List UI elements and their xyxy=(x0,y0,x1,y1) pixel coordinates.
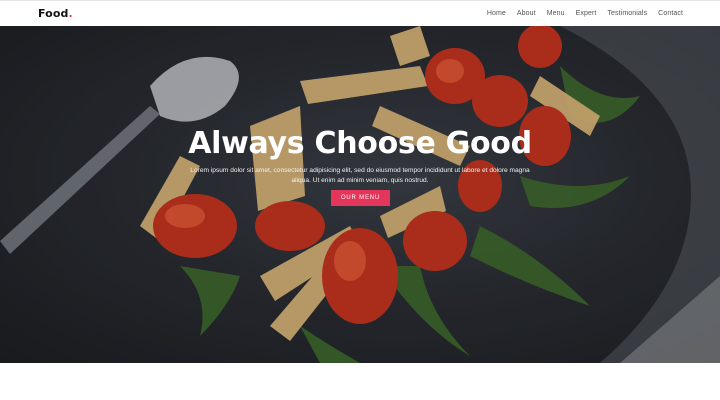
nav-menu[interactable]: Menu xyxy=(547,10,565,17)
our-menu-button[interactable]: OUR MENU xyxy=(331,190,390,206)
next-section xyxy=(0,363,720,400)
nav-about[interactable]: About xyxy=(517,10,536,17)
nav-home[interactable]: Home xyxy=(487,10,506,17)
nav-contact[interactable]: Contact xyxy=(658,10,683,17)
hero-section: Always Choose Good Lorem ipsum dolor sit… xyxy=(0,26,720,363)
nav-testimonials[interactable]: Testimonials xyxy=(607,10,647,17)
site-logo[interactable]: Food. xyxy=(38,7,73,20)
logo-text: Food xyxy=(38,7,69,20)
logo-dot: . xyxy=(68,7,73,20)
hero-title: Always Choose Good xyxy=(188,126,532,161)
main-nav: Home About Menu Expert Testimonials Cont… xyxy=(487,10,683,17)
hero-description: Lorem ipsum dolor sit amet, consectetur … xyxy=(190,167,530,184)
site-header: Food. Home About Menu Expert Testimonial… xyxy=(0,0,720,26)
nav-expert[interactable]: Expert xyxy=(576,10,597,17)
